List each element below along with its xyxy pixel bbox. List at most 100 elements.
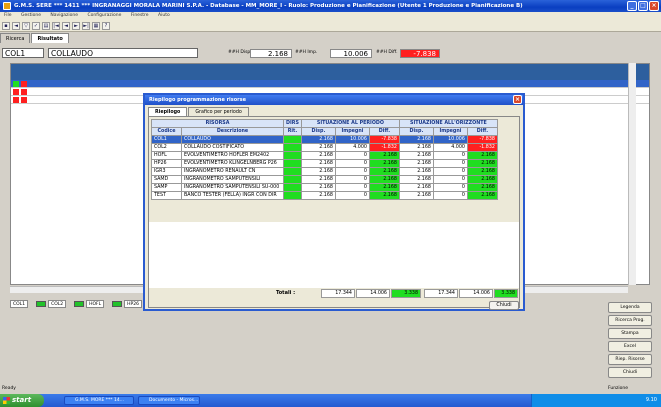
cell-impegni: 0 <box>334 175 370 184</box>
cell-disp-oriz: 2.168 <box>398 183 434 192</box>
help-icon[interactable]: ? <box>102 22 110 30</box>
tab-riepilogo[interactable]: Riepilogo <box>148 107 188 116</box>
table-row[interactable]: IGR3 INGRANOMETRO RENAULT CN 2.168 0 2.168 2.… <box>151 167 498 176</box>
task-gms[interactable]: G.M.S. MORE *** 14... <box>64 396 134 405</box>
total-impegni: 14.006 <box>356 289 390 298</box>
dialog-chiudi-button[interactable]: Chiudi <box>489 301 519 310</box>
total-disp: 17.344 <box>321 289 355 298</box>
filter-icon[interactable]: ▽ <box>22 22 30 30</box>
status-square <box>21 81 27 87</box>
cell-codice: HOFL <box>151 151 182 160</box>
cell-diff-oriz: 2.168 <box>466 183 498 192</box>
cell-diff-oriz: 2.168 <box>466 159 498 168</box>
table-row[interactable]: SAMP INGRANOMETRO SAMPUTENSILI SU-000 2.16… <box>151 183 498 192</box>
start-button[interactable]: start <box>0 394 44 407</box>
cell-diff-oriz: 2.168 <box>466 191 498 200</box>
col-rit[interactable]: Rit. <box>283 127 302 136</box>
table-row[interactable]: COL2 COLLAUDO COSTIFICATO 2.168 4.000 -1.832… <box>151 143 498 152</box>
maximize-button[interactable]: □ <box>638 1 648 11</box>
cell-diff: 2.168 <box>368 159 400 168</box>
total-diff: 3.338 <box>391 289 421 298</box>
window-title: G.M.S. SERE *** 1411 *** INGRANAGGI MORA… <box>14 3 523 9</box>
cell-disp: 2.168 <box>300 159 336 168</box>
legend-swatch <box>74 301 85 307</box>
status-bar: Ready Funzione <box>0 384 661 394</box>
window-title-bar: G.M.S. SERE *** 1411 *** INGRANAGGI MORA… <box>0 0 661 12</box>
excel-button[interactable]: Excel <box>608 341 652 352</box>
col-disp[interactable]: Disp. <box>300 127 336 136</box>
task-documento[interactable]: Documento - Micros... <box>138 396 200 405</box>
legend-code: COL2 <box>48 300 67 308</box>
taskbar: start G.M.S. MORE *** 14... Documento - … <box>0 394 661 407</box>
col-codice[interactable]: Codice <box>151 127 182 136</box>
cell-diff: 2.168 <box>368 167 400 176</box>
legenda-button[interactable]: Legenda <box>608 302 652 313</box>
first-icon[interactable]: |◄ <box>52 22 60 30</box>
group-risorsa: RISORSA <box>151 119 284 128</box>
chiudi-main-button[interactable]: Chiudi <box>608 367 652 378</box>
next-icon[interactable]: ► <box>72 22 80 30</box>
cell-disp: 2.168 <box>300 143 336 152</box>
cell-impegni-oriz: 0 <box>432 191 468 200</box>
col-impegni-oriz[interactable]: Impegni <box>432 127 468 136</box>
col-disp-oriz[interactable]: Disp. <box>398 127 434 136</box>
cell-disp-oriz: 2.168 <box>398 167 434 176</box>
cell-rit <box>283 159 302 168</box>
total-diff-oriz: 3.338 <box>494 289 518 298</box>
windows-logo-icon <box>3 397 10 404</box>
menu-gestione[interactable]: Gestione <box>21 13 41 18</box>
legend-code: HP26 <box>124 300 142 308</box>
legend-swatch <box>112 301 123 307</box>
cell-codice: HP26 <box>151 159 182 168</box>
table-row[interactable]: HP26 EVOLVENTIMETRO KLINGELNBERG P26 2.168… <box>151 159 498 168</box>
toolbar: ▪ ◄ ▽ ✓ ▤ |◄ ◄ ► ►| ▦ ? <box>0 20 661 32</box>
table-row[interactable] <box>11 80 649 88</box>
minimize-button[interactable]: _ <box>627 1 637 11</box>
cell-disp: 2.168 <box>300 135 336 144</box>
table-empty-area <box>149 222 519 288</box>
legend-code: COL1 <box>10 300 29 308</box>
legend-swatch <box>36 301 47 307</box>
table-row[interactable]: TEST BANCO TESTER (FELLA) INGR CON DIR 2.1… <box>151 191 498 200</box>
table-row[interactable]: HOFL EVOLVENTIMETRO HOFLER EM2402 2.168 0 2.… <box>151 151 498 160</box>
menu-file[interactable]: File <box>4 13 12 18</box>
check-icon[interactable]: ✓ <box>32 22 40 30</box>
cell-diff-oriz: 2.168 <box>466 175 498 184</box>
riepilogo-dialog: Riepilogo programmazione risorse × Riepi… <box>143 93 525 311</box>
table-row[interactable]: SAMD INGRANOMETRO SAMPUTENSILI 2.168 0 2.168… <box>151 175 498 184</box>
cell-codice: COL1 <box>151 135 182 144</box>
save-icon[interactable]: ▪ <box>2 22 10 30</box>
grid-icon[interactable]: ▦ <box>92 22 100 30</box>
dialog-panel: RISORSA DIRS SITUAZIONE AL PERIODO SITUA… <box>148 116 520 310</box>
cell-descrizione: COLLAUDO COSTIFICATO <box>181 143 284 152</box>
group-orizzonte: SITUAZIONE ALL'ORIZZONTE <box>398 119 498 128</box>
back-icon[interactable]: ◄ <box>12 22 20 30</box>
menu-configurazione[interactable]: Configurazione <box>87 13 121 18</box>
cell-impegni-oriz: 0 <box>432 167 468 176</box>
cell-descrizione: EVOLVENTIMETRO KLINGELNBERG P26 <box>181 159 284 168</box>
cell-disp: 2.168 <box>300 183 336 192</box>
group-periodo: SITUAZIONE AL PERIODO <box>300 119 400 128</box>
tab-ricerca[interactable]: Ricerca <box>0 33 31 43</box>
riep-risorse-button[interactable]: Riep. Risorse <box>608 354 652 365</box>
print-icon[interactable]: ▤ <box>42 22 50 30</box>
tab-grafico-periodo[interactable]: Grafico per periodo <box>188 107 249 116</box>
col-descrizione[interactable]: Descrizione <box>181 127 284 136</box>
table-row[interactable]: COL1 COLLAUDO 2.168 10.006 -7.838 2.168 10.006… <box>151 135 498 144</box>
menu-navigazione[interactable]: Navigazione <box>50 13 78 18</box>
prev-icon[interactable]: ◄ <box>62 22 70 30</box>
col-diff[interactable]: Diff. <box>368 127 400 136</box>
col-impegni[interactable]: Impegni <box>334 127 370 136</box>
col-diff-oriz[interactable]: Diff. <box>466 127 498 136</box>
close-button[interactable]: × <box>649 1 659 11</box>
dialog-close-icon[interactable]: × <box>513 95 522 104</box>
ricerca-prog-button[interactable]: Ricerca Prog. <box>608 315 652 326</box>
stampa-button[interactable]: Stampa <box>608 328 652 339</box>
menu-finestre[interactable]: Finestre <box>131 13 149 18</box>
vertical-scrollbar[interactable] <box>628 63 636 285</box>
dialog-title-bar: Riepilogo programmazione risorse × <box>145 95 523 105</box>
last-icon[interactable]: ►| <box>82 22 90 30</box>
disp-value: 2.168 <box>250 49 292 58</box>
menu-aiuto[interactable]: Aiuto <box>158 13 170 18</box>
tab-risultato[interactable]: Risultato <box>31 33 69 43</box>
